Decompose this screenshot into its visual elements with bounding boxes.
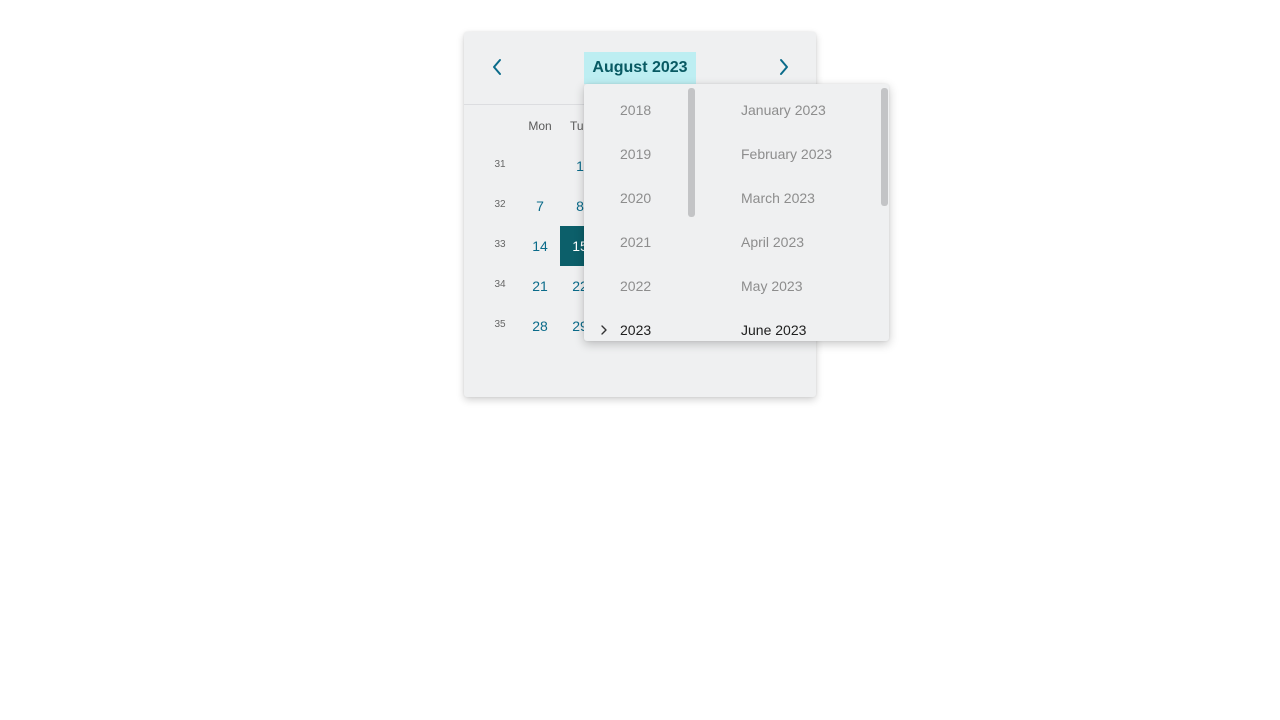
next-month-button[interactable]	[769, 52, 799, 82]
week-number: 31	[494, 159, 506, 170]
year-list-scrollbar[interactable]	[688, 88, 695, 217]
day-cell[interactable]: 7	[520, 186, 560, 226]
week-number: 35	[494, 319, 506, 330]
day-cell[interactable]: 21	[520, 266, 560, 306]
week-number: 33	[494, 239, 506, 250]
month-option[interactable]: February 2023	[741, 132, 832, 176]
year-option[interactable]: 2022	[620, 264, 651, 308]
chevron-left-icon	[493, 59, 501, 75]
year-option[interactable]: 2021	[620, 220, 651, 264]
chevron-right-icon	[780, 59, 788, 75]
year-option[interactable]: 2018	[620, 88, 651, 132]
week-number: 34	[494, 279, 506, 290]
year-option-current[interactable]: 2023	[620, 308, 651, 341]
month-option[interactable]: April 2023	[741, 220, 804, 264]
year-option[interactable]: 2020	[620, 176, 651, 220]
month-option[interactable]: January 2023	[741, 88, 826, 132]
day-cell[interactable]: 14	[520, 226, 560, 266]
month-option[interactable]: March 2023	[741, 176, 815, 220]
month-list-scrollbar[interactable]	[881, 88, 888, 206]
weekday-monday: Mon	[528, 119, 552, 133]
previous-month-button[interactable]	[482, 52, 512, 82]
day-cell[interactable]: 28	[520, 306, 560, 346]
month-option[interactable]: May 2023	[741, 264, 802, 308]
week-number: 32	[494, 199, 506, 210]
day-cell	[520, 146, 560, 186]
year-option[interactable]: 2019	[620, 132, 651, 176]
month-year-picker: 2018 2019 2020 2021 2022 2023 January 20…	[584, 84, 889, 341]
month-option-current[interactable]: June 2023	[741, 308, 806, 341]
month-year-selector[interactable]: August 2023	[584, 52, 696, 84]
chevron-right-icon	[601, 325, 607, 335]
